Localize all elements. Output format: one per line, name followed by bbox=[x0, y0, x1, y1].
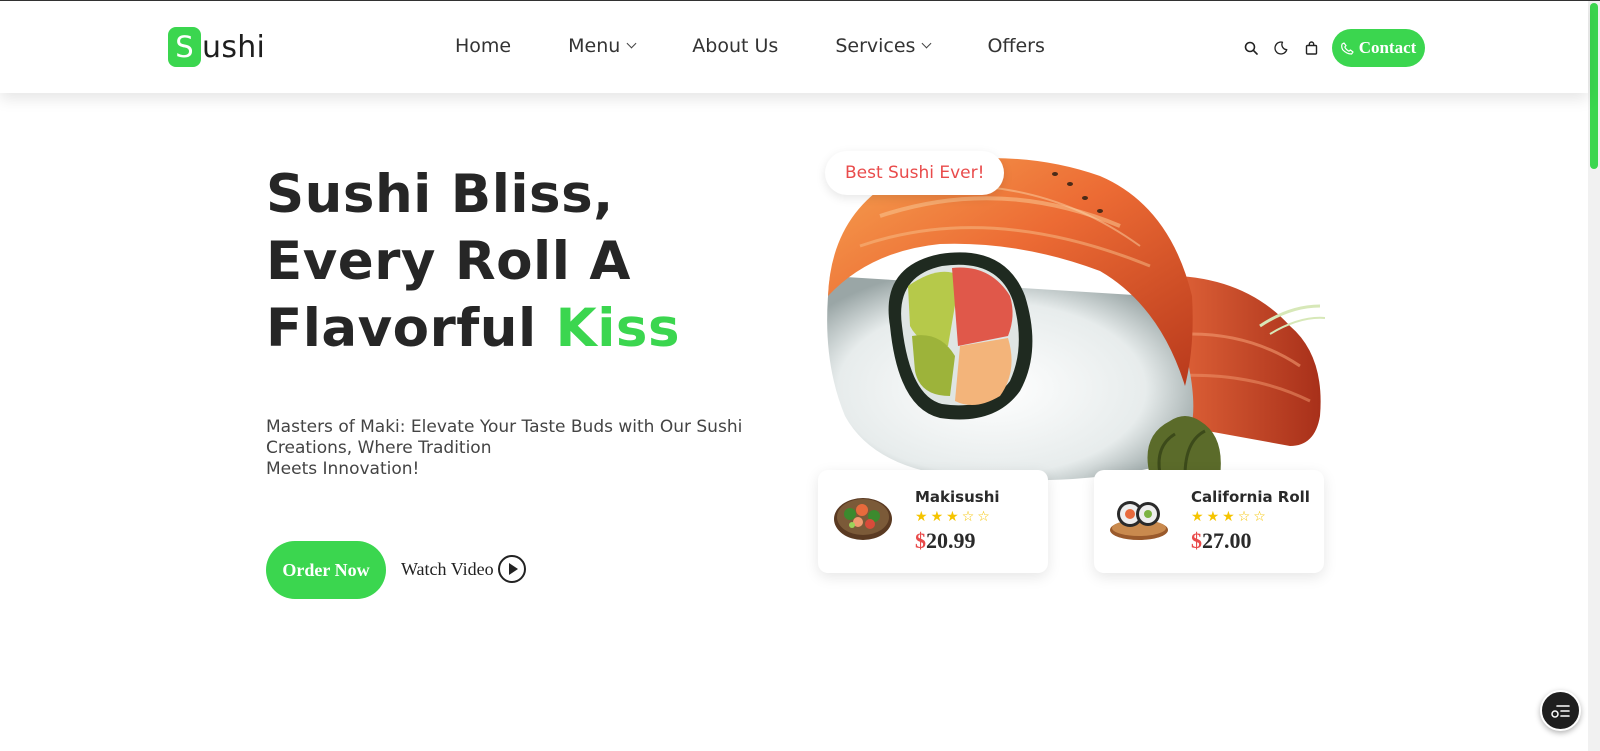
star-empty-icon: ☆ bbox=[1253, 509, 1266, 525]
product-card[interactable]: California Roll ★ ★ ★ ☆ ☆ $27.00 bbox=[1094, 470, 1324, 573]
star-filled-icon: ★ bbox=[1191, 509, 1204, 525]
currency-symbol: $ bbox=[1191, 528, 1202, 553]
scrollbar-thumb[interactable] bbox=[1590, 3, 1598, 169]
nav-item-label: Offers bbox=[987, 35, 1045, 57]
scrollbar[interactable] bbox=[1588, 1, 1600, 751]
nav-item-home[interactable]: Home bbox=[455, 35, 511, 57]
moon-icon bbox=[1274, 41, 1288, 55]
nav-item-label: Menu bbox=[568, 35, 621, 57]
hero-sushi-image bbox=[827, 158, 1325, 481]
hero-title-line: Flavorful bbox=[266, 298, 556, 359]
price-value: 27.00 bbox=[1202, 528, 1252, 553]
star-empty-icon: ☆ bbox=[977, 509, 990, 525]
star-filled-icon: ★ bbox=[1222, 509, 1235, 525]
best-sushi-badge: Best Sushi Ever! bbox=[825, 151, 1005, 195]
list-settings-icon bbox=[1550, 704, 1570, 718]
play-icon bbox=[497, 555, 526, 583]
site-header: S ushi Home Menu About Us Services Offer… bbox=[0, 1, 1588, 93]
watch-video-label: Watch Video bbox=[401, 558, 494, 579]
nav-item-label: About Us bbox=[692, 35, 779, 57]
rating-stars: ★ ★ ★ ☆ ☆ bbox=[1191, 509, 1266, 525]
product-price: $20.99 bbox=[915, 528, 976, 554]
hero-subtitle-line: Meets Innovation! bbox=[266, 459, 420, 479]
currency-symbol: $ bbox=[915, 528, 926, 553]
product-price: $27.00 bbox=[1191, 528, 1252, 554]
star-filled-icon: ★ bbox=[930, 509, 944, 525]
product-name: Makisushi bbox=[915, 488, 1000, 506]
hero-subtitle-line: Masters of Maki: Elevate Your Taste Buds… bbox=[266, 417, 743, 437]
header-tools: Contact bbox=[1236, 29, 1425, 67]
search-icon bbox=[1244, 41, 1258, 55]
makisushi-image bbox=[834, 498, 892, 540]
theme-toggle-button[interactable] bbox=[1266, 29, 1296, 67]
star-filled-icon: ★ bbox=[915, 509, 928, 525]
hero-subtitle-line: Creations, Where Tradition bbox=[266, 438, 492, 458]
watch-video-button[interactable]: Watch Video bbox=[401, 555, 526, 583]
nav-item-label: Services bbox=[835, 35, 916, 57]
search-button[interactable] bbox=[1236, 29, 1266, 67]
rating-stars: ★ ★ ★ ☆ ☆ bbox=[915, 509, 990, 525]
hero-subtitle: Masters of Maki: Elevate Your Taste Buds… bbox=[266, 417, 766, 480]
star-filled-icon: ★ bbox=[946, 509, 959, 525]
star-empty-icon: ☆ bbox=[961, 509, 975, 525]
california-roll-image bbox=[1110, 501, 1168, 540]
phone-icon bbox=[1340, 41, 1354, 55]
product-name: California Roll bbox=[1191, 488, 1310, 506]
star-empty-icon: ☆ bbox=[1237, 509, 1251, 525]
product-card[interactable]: Makisushi ★ ★ ★ ☆ ☆ $20.99 bbox=[818, 470, 1048, 573]
nav-item-label: Home bbox=[455, 35, 512, 57]
contact-label: Contact bbox=[1358, 38, 1417, 57]
hero-title: Sushi Bliss, Every Roll A Flavorful Kiss bbox=[266, 161, 680, 362]
chevron-down-icon bbox=[921, 38, 932, 48]
nav-item-about-us[interactable]: About Us bbox=[692, 35, 778, 57]
nav-item-services[interactable]: Services bbox=[835, 35, 932, 57]
main-nav: Home Menu About Us Services Offers bbox=[455, 35, 1045, 57]
chevron-down-icon bbox=[626, 38, 637, 48]
hero-title-accent: Kiss bbox=[555, 298, 680, 359]
hero-title-line: Sushi Bliss, bbox=[266, 164, 614, 225]
order-now-button[interactable]: Order Now bbox=[266, 541, 386, 599]
hero-title-line: Every Roll A bbox=[266, 231, 631, 292]
nav-item-offers[interactable]: Offers bbox=[987, 35, 1044, 57]
logo-text: ushi bbox=[202, 29, 266, 65]
floating-menu-button[interactable] bbox=[1540, 690, 1581, 731]
logo[interactable]: S ushi bbox=[168, 27, 265, 67]
nav-item-menu[interactable]: Menu bbox=[568, 35, 637, 57]
price-value: 20.99 bbox=[926, 528, 976, 553]
star-filled-icon: ★ bbox=[1206, 509, 1220, 525]
shopping-bag-icon bbox=[1305, 41, 1317, 55]
cart-button[interactable] bbox=[1296, 29, 1326, 67]
logo-letter: S bbox=[168, 27, 201, 67]
contact-button[interactable]: Contact bbox=[1332, 29, 1425, 67]
